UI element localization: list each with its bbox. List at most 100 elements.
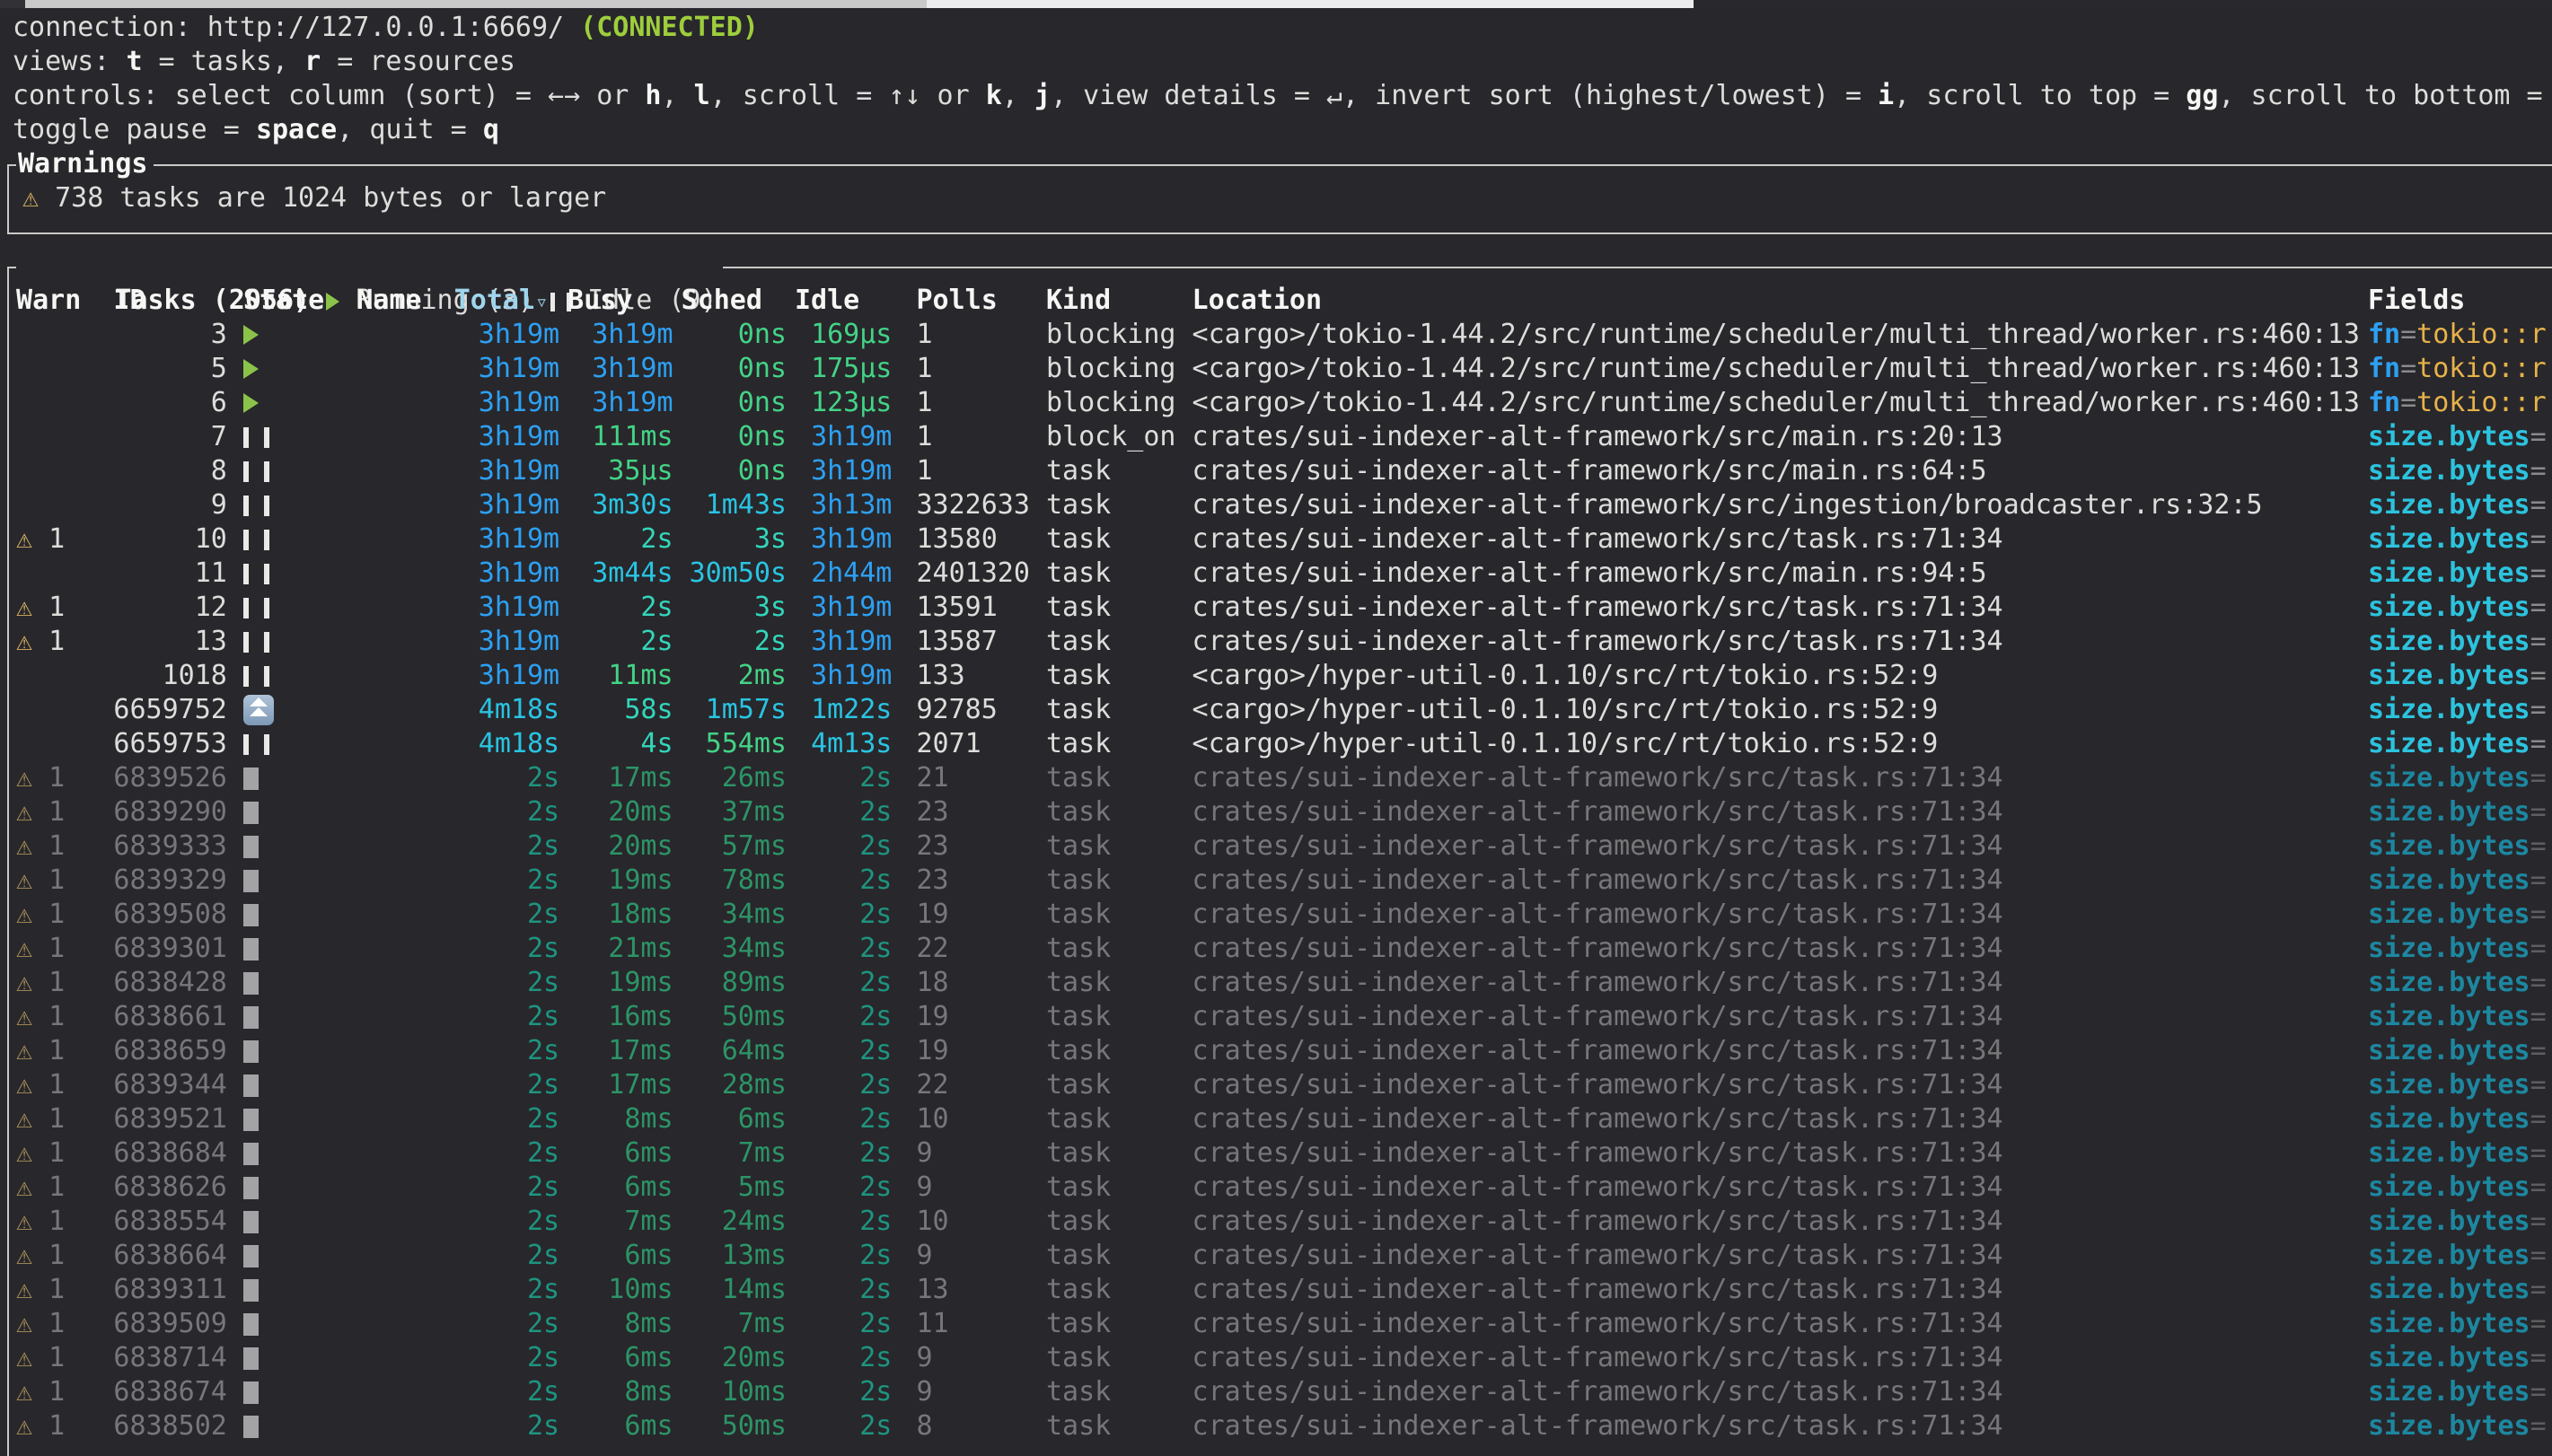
cell-polls: 1 [916,352,1045,386]
task-row[interactable]: ⚠ 168386592s17ms64ms2s19taskcrates/sui-i… [0,1034,2552,1068]
state-completed-icon [243,1074,259,1097]
task-row[interactable]: 113h19m3m44s30m50s2h44m2401320taskcrates… [0,557,2552,591]
task-row[interactable]: ⚠ 168384282s19ms89ms2s18taskcrates/sui-i… [0,966,2552,1000]
task-row[interactable]: 33h19m3h19m0ns169µs1blocking<cargo>/toki… [0,318,2552,352]
task-row[interactable]: ⚠ 1133h19m2s2s3h19m13587taskcrates/sui-i… [0,625,2552,659]
cell-fields: size.bytes= [2368,591,2547,625]
column-header-sched[interactable]: Sched [682,284,762,318]
column-header-idle[interactable]: Idle [795,284,859,318]
cell-fields: size.bytes= [2368,1239,2547,1273]
cell-polls: 10 [916,1205,1045,1239]
cell-kind: task [1046,1102,1192,1136]
cell-fields: size.bytes= [2368,1034,2547,1068]
cell-id: 6839329 [81,864,227,898]
column-header-polls[interactable]: Polls [916,284,997,318]
column-header-warn[interactable]: Warn [16,284,81,318]
cell-sched: 0ns [673,420,787,454]
task-row[interactable]: 93h19m3m30s1m43s3h13m3322633taskcrates/s… [0,488,2552,522]
state-completed-icon [243,904,259,926]
cell-idle: 1m22s [779,693,892,727]
column-header-kind[interactable]: Kind [1046,284,1111,318]
task-row[interactable]: ⚠ 168395212s8ms6ms2s10taskcrates/sui-ind… [0,1102,2552,1136]
cell-kind: task [1046,795,1192,829]
task-row[interactable]: ⚠ 1103h19m2s3s3h19m13580taskcrates/sui-i… [0,522,2552,557]
cell-idle: 2s [779,1375,892,1409]
cell-state [243,761,292,795]
task-row[interactable]: ⚠ 168387142s6ms20ms2s9taskcrates/sui-ind… [0,1341,2552,1375]
warning-triangle-icon: ⚠ [22,182,55,214]
state-completed-icon [243,1211,259,1233]
task-row[interactable]: ⚠ 168393332s20ms57ms2s23taskcrates/sui-i… [0,829,2552,864]
task-row[interactable]: 53h19m3h19m0ns175µs1blocking<cargo>/toki… [0,352,2552,386]
cell-polls: 13587 [916,625,1045,659]
cell-busy: 19ms [559,864,673,898]
task-row[interactable]: ⚠ 168393442s17ms28ms2s22taskcrates/sui-i… [0,1068,2552,1102]
task-row[interactable]: ⚠ 168393012s21ms34ms2s22taskcrates/sui-i… [0,932,2552,966]
task-row[interactable]: ⚠ 168386262s6ms5ms2s9taskcrates/sui-inde… [0,1171,2552,1205]
column-header-state[interactable]: State [243,284,324,318]
cell-id: 8 [81,454,227,488]
cell-total: 2s [446,1273,559,1307]
task-row[interactable]: ⚠ 168395082s18ms34ms2s19taskcrates/sui-i… [0,898,2552,932]
cell-state [243,659,292,693]
state-completed-icon [243,836,259,858]
state-completed-icon [243,1177,259,1199]
state-completed-icon [243,1313,259,1336]
task-row[interactable]: ⚠ 168386842s6ms7ms2s9taskcrates/sui-inde… [0,1136,2552,1171]
cell-total: 3h19m [446,659,559,693]
cell-kind: task [1046,591,1192,625]
cell-total: 2s [446,1102,559,1136]
column-header-total[interactable]: Total▿ [454,284,549,318]
column-header-busy[interactable]: Busy [568,284,632,318]
task-row[interactable]: 10183h19m11ms2ms3h19m133task<cargo>/hype… [0,659,2552,693]
task-row[interactable]: ⚠ 168393112s10ms14ms2s13taskcrates/sui-i… [0,1273,2552,1307]
task-row[interactable]: ⚠ 168385542s7ms24ms2s10taskcrates/sui-in… [0,1205,2552,1239]
cell-location: crates/sui-indexer-alt-framework/src/tas… [1192,1409,2368,1443]
column-header-fields[interactable]: Fields [2368,284,2465,318]
column-header-location[interactable]: Location [1192,284,1323,318]
task-row[interactable]: ⚠ 168395092s8ms7ms2s11taskcrates/sui-ind… [0,1307,2552,1341]
cell-busy: 20ms [559,829,673,864]
task-row[interactable]: ⚠ 168386612s16ms50ms2s19taskcrates/sui-i… [0,1000,2552,1034]
cell-kind: block_on [1046,420,1192,454]
cell-busy: 2s [559,625,673,659]
cell-id: 6659753 [81,727,227,761]
cell-kind: task [1046,522,1192,557]
task-row[interactable]: ⚠ 168386642s6ms13ms2s9taskcrates/sui-ind… [0,1239,2552,1273]
state-completed-icon [243,870,259,892]
task-row[interactable]: 73h19m111ms0ns3h19m1block_oncrates/sui-i… [0,420,2552,454]
cell-location: crates/sui-indexer-alt-framework/src/tas… [1192,1136,2368,1171]
cell-kind: task [1046,898,1192,932]
task-row[interactable]: 66597534m18s4s554ms4m13s2071task<cargo>/… [0,727,2552,761]
column-header-id[interactable]: ID [113,284,145,318]
state-completed-icon [243,1416,259,1438]
cell-busy: 8ms [559,1375,673,1409]
cell-id: 6839301 [81,932,227,966]
task-row[interactable]: 63h19m3h19m0ns123µs1blocking<cargo>/toki… [0,386,2552,420]
cell-sched: 0ns [673,318,787,352]
task-row[interactable]: ⚠ 168395262s17ms26ms2s21taskcrates/sui-i… [0,761,2552,795]
cell-total: 3h19m [446,420,559,454]
cell-id: 3 [81,318,227,352]
views-line: views: t = tasks, r = resources [13,45,2552,79]
cell-total: 2s [446,864,559,898]
cell-total: 2s [446,1375,559,1409]
cell-idle: 123µs [779,386,892,420]
cell-sched: 13ms [673,1239,787,1273]
cell-total: 2s [446,829,559,864]
task-row[interactable]: ⚠ 168392902s20ms37ms2s23taskcrates/sui-i… [0,795,2552,829]
task-row[interactable]: ⚠ 168393292s19ms78ms2s23taskcrates/sui-i… [0,864,2552,898]
cell-busy: 11ms [559,659,673,693]
cell-polls: 13580 [916,522,1045,557]
column-header-name[interactable]: Name [356,284,421,318]
cell-state [243,1273,292,1307]
task-row[interactable]: 66597524m18s58s1m57s1m22s92785task<cargo… [0,693,2552,727]
task-row[interactable]: ⚠ 168386742s8ms10ms2s9taskcrates/sui-ind… [0,1375,2552,1409]
cell-state [243,966,292,1000]
task-row[interactable]: ⚠ 1123h19m2s3s3h19m13591taskcrates/sui-i… [0,591,2552,625]
task-row[interactable]: 83h19m35µs0ns3h19m1taskcrates/sui-indexe… [0,454,2552,488]
task-row[interactable]: ⚠ 168385022s6ms50ms2s8taskcrates/sui-ind… [0,1409,2552,1443]
cell-id: 6838684 [81,1136,227,1171]
cell-state [243,1102,292,1136]
cell-state [243,591,292,625]
